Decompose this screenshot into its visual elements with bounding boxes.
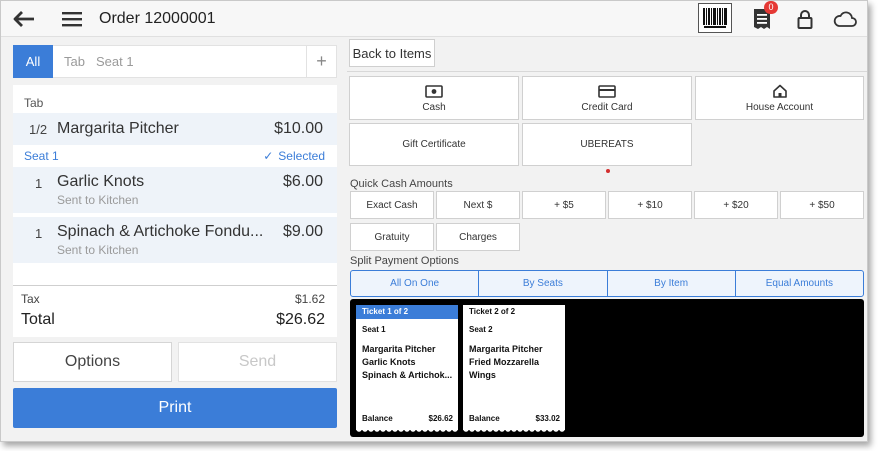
credit-card-payment-button[interactable]: Credit Card	[522, 76, 692, 120]
add-seat-button[interactable]: +	[306, 46, 336, 77]
credit-card-icon	[598, 83, 616, 99]
ticket-item: Spinach & Artichok...	[362, 370, 453, 380]
split-by-seats-button[interactable]: By Seats	[478, 270, 608, 297]
payment-label: Cash	[422, 102, 446, 113]
cash-payment-button[interactable]: Cash	[349, 76, 519, 120]
tab-section-label: Tab	[24, 96, 44, 110]
payment-label: House Account	[745, 102, 814, 113]
house-account-payment-button[interactable]: House Account	[695, 76, 864, 120]
ticket-seat: Seat 2	[469, 325, 493, 334]
tab-tab[interactable]: Tab	[64, 54, 85, 69]
cloud-icon[interactable]	[831, 1, 859, 37]
ticket-balance-amount: $33.02	[535, 414, 560, 423]
order-item-row[interactable]: 1 Garlic Knots $6.00 Sent to Kitchen	[13, 167, 337, 213]
order-item-row[interactable]: 1 Spinach & Artichoke Fondu... $9.00 Sen…	[13, 217, 337, 263]
ticket-seat: Seat 1	[362, 325, 386, 334]
item-quantity: 1/2	[29, 122, 48, 137]
print-button[interactable]: Print	[13, 388, 337, 428]
split-ticket-card[interactable]: Ticket 1 of 2 Seat 1 Margarita Pitcher G…	[356, 305, 458, 433]
seat-section-label: Seat 1	[24, 149, 59, 163]
ticket-item: Garlic Knots	[362, 357, 416, 367]
item-quantity: 1	[35, 176, 43, 191]
split-by-item-button[interactable]: By Item	[606, 270, 736, 297]
notification-badge: 0	[764, 1, 778, 14]
ticket-items: Margarita Pitcher Garlic Knots Spinach &…	[356, 334, 458, 382]
ubereats-payment-button[interactable]: UBEREATS	[522, 123, 692, 166]
item-name: Margarita Pitcher	[57, 120, 179, 137]
split-payment-label: Split Payment Options	[350, 255, 459, 267]
ticket-balance-label: Balance	[362, 414, 393, 423]
barcode-scan-icon[interactable]	[698, 3, 732, 33]
item-quantity: 1	[35, 226, 43, 241]
total-label: Total	[21, 311, 55, 328]
split-tickets-area: Ticket 1 of 2 Seat 1 Margarita Pitcher G…	[350, 299, 864, 437]
item-status: Sent to Kitchen	[57, 193, 139, 207]
send-button[interactable]: Send	[178, 342, 337, 382]
plus-50-button[interactable]: + $50	[780, 191, 864, 219]
item-price: $10.00	[274, 120, 323, 137]
plus-20-button[interactable]: + $20	[694, 191, 778, 219]
plus-5-button[interactable]: + $5	[522, 191, 606, 219]
ticket-item: Fried Mozzarella	[469, 357, 540, 367]
exact-cash-button[interactable]: Exact Cash	[350, 191, 434, 219]
tab-seat-1[interactable]: Seat 1	[96, 54, 134, 69]
options-button[interactable]: Options	[13, 342, 172, 382]
item-price: $9.00	[282, 223, 323, 240]
order-item-row[interactable]: 1/2 Margarita Pitcher $10.00	[13, 113, 337, 145]
ticket-balance-label: Balance	[469, 414, 500, 423]
ticket-header: Ticket 2 of 2	[463, 305, 565, 319]
divider	[347, 71, 867, 72]
gift-certificate-payment-button[interactable]: Gift Certificate	[349, 123, 519, 166]
ticket-item: Margarita Pitcher	[469, 344, 543, 354]
payment-label: Credit Card	[581, 102, 633, 113]
quick-cash-label: Quick Cash Amounts	[350, 178, 453, 190]
seat-tabs: All Tab Seat 1 +	[13, 45, 337, 78]
page-indicator-dot	[606, 169, 610, 173]
tab-all[interactable]: All	[13, 45, 53, 78]
total-value: $26.62	[276, 311, 325, 328]
ticket-items: Margarita Pitcher Fried Mozzarella Wings	[463, 334, 565, 382]
tax-label: Tax	[21, 292, 40, 306]
payment-label: UBEREATS	[580, 139, 634, 150]
cash-icon	[425, 83, 443, 99]
tax-value: $1.62	[294, 292, 325, 306]
split-equal-amounts-button[interactable]: Equal Amounts	[734, 270, 864, 297]
split-all-on-one-button[interactable]: All On One	[350, 270, 480, 297]
item-status: Sent to Kitchen	[57, 243, 139, 257]
pos-window: Order 12000001 0 All Tab Seat 1 + Tab 1/…	[0, 0, 868, 442]
hamburger-menu-icon[interactable]	[59, 1, 85, 37]
order-title: Order 12000001	[99, 10, 216, 27]
selected-label: Selected	[278, 149, 325, 163]
lock-icon[interactable]	[793, 1, 817, 37]
item-name: Garlic Knots	[57, 173, 145, 190]
gratuity-button[interactable]: Gratuity	[350, 223, 434, 251]
split-options-bar: All On One By Seats By Item Equal Amount…	[350, 270, 864, 297]
item-price: $6.00	[282, 173, 323, 190]
top-bar: Order 12000001 0	[1, 1, 867, 37]
next-dollar-button[interactable]: Next $	[436, 191, 520, 219]
ticket-item: Wings	[469, 370, 496, 380]
item-name: Spinach & Artichoke Fondu...	[57, 223, 264, 240]
seat-selected-status[interactable]: ✓ Selected	[263, 149, 325, 163]
split-ticket-card[interactable]: Ticket 2 of 2 Seat 2 Margarita Pitcher F…	[463, 305, 565, 433]
ticket-item: Margarita Pitcher	[362, 344, 436, 354]
charges-button[interactable]: Charges	[436, 223, 520, 251]
ticket-header: Ticket 1 of 2	[356, 305, 458, 319]
ticket-balance-amount: $26.62	[428, 414, 453, 423]
back-to-items-button[interactable]: Back to Items	[349, 39, 435, 67]
house-icon	[772, 83, 788, 99]
seat-tabs-container: All Tab Seat 1 +	[13, 45, 337, 78]
back-arrow-icon[interactable]	[9, 1, 39, 37]
totals-panel: Tax $1.62 Total $26.62	[13, 285, 337, 337]
payment-label: Gift Certificate	[402, 139, 466, 150]
plus-10-button[interactable]: + $10	[608, 191, 692, 219]
checkmark-icon: ✓	[263, 149, 274, 163]
